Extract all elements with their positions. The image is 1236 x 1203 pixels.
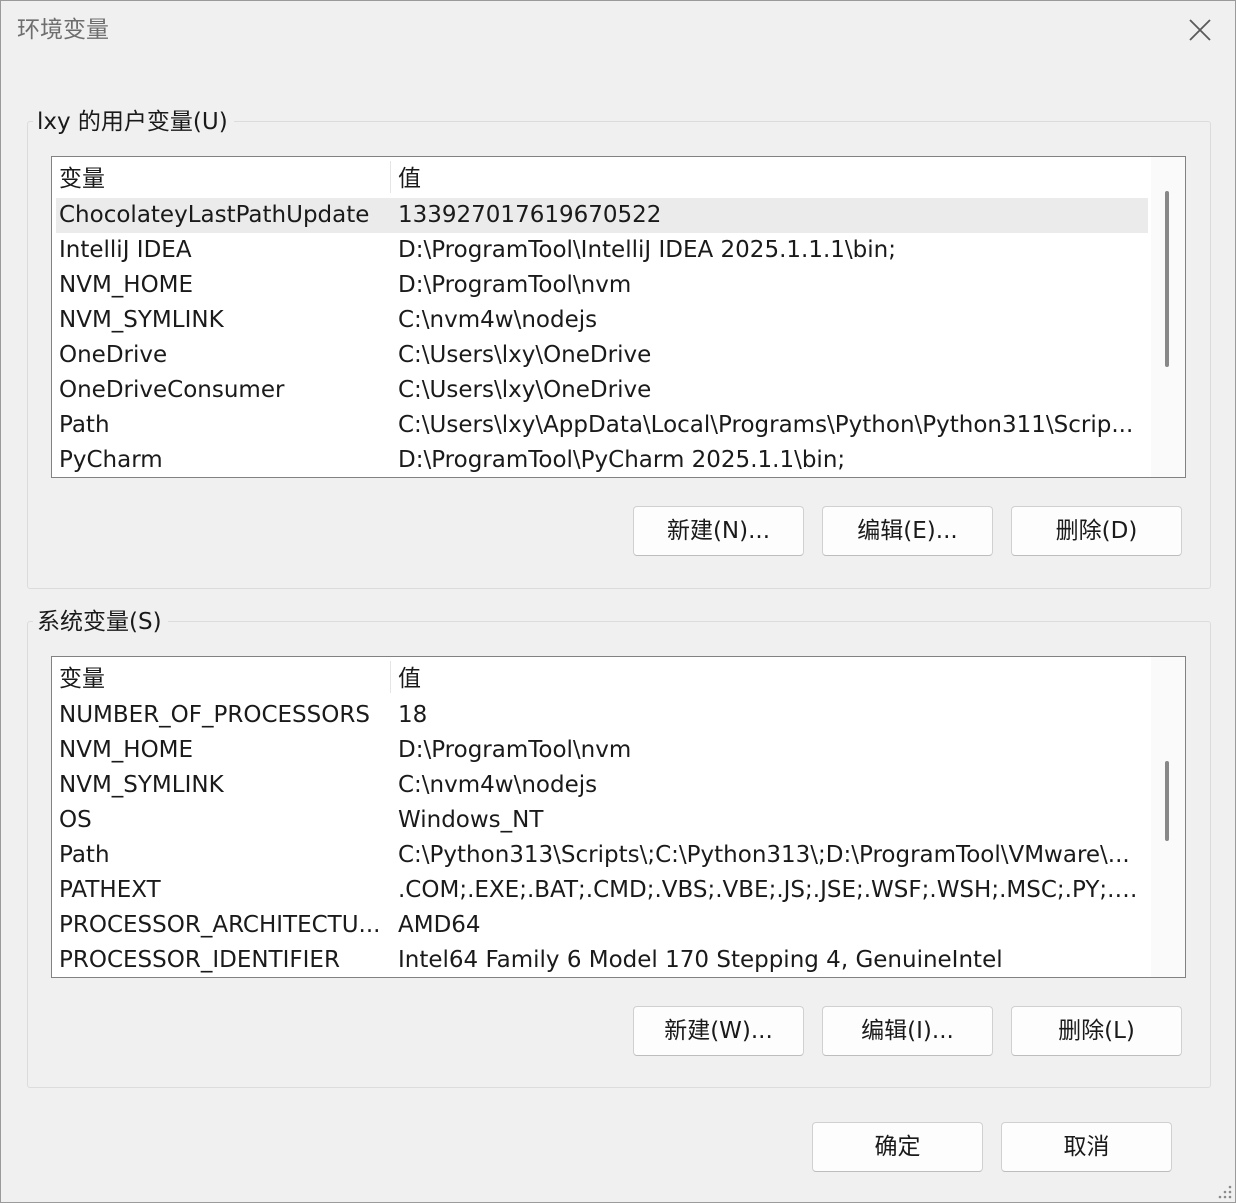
column-header-name[interactable]: 变量 — [52, 157, 390, 197]
table-row[interactable]: PROCESSOR_IDENTIFIER Intel64 Family 6 Mod… — [56, 943, 1148, 977]
variable-value: AMD64 — [398, 912, 481, 938]
variable-name: OS — [59, 807, 92, 833]
variable-value: D:\ProgramTool\nvm — [398, 737, 632, 763]
variable-value: D:\ProgramTool\IntelliJ IDEA 2025.1.1.1\… — [398, 237, 896, 263]
system-variables-legend: 系统变量(S) — [33, 607, 168, 637]
table-row[interactable]: NVM_SYMLINK C:\nvm4w\nodejs — [56, 768, 1148, 803]
system-edit-button[interactable]: 编辑(I)... — [822, 1006, 993, 1056]
system-delete-button[interactable]: 删除(L) — [1011, 1006, 1182, 1056]
table-row[interactable]: IntelliJ IDEA D:\ProgramTool\IntelliJ IDE… — [56, 233, 1148, 268]
table-row[interactable]: PyCharm D:\ProgramTool\PyCharm 2025.1.1\b… — [56, 443, 1148, 477]
variable-name: NUMBER_OF_PROCESSORS — [59, 702, 370, 728]
close-icon — [1189, 19, 1211, 41]
environment-variables-dialog: 环境变量 lxy 的用户变量(U) 变量 值 ChocolateyLastPat… — [0, 0, 1236, 1203]
system-list-header: 变量 值 — [52, 657, 1148, 697]
variable-name: Path — [59, 412, 110, 438]
variable-name: PROCESSOR_IDENTIFIER — [59, 947, 340, 973]
window-title: 环境变量 — [17, 17, 109, 43]
variable-name: IntelliJ IDEA — [59, 237, 192, 263]
variable-value: .COM;.EXE;.BAT;.CMD;.VBS;.VBE;.JS;.JSE;.… — [398, 877, 1144, 903]
table-row[interactable]: NUMBER_OF_PROCESSORS 18 — [56, 698, 1148, 733]
system-new-button[interactable]: 新建(W)... — [633, 1006, 804, 1056]
variable-name: PATHEXT — [59, 877, 161, 903]
variable-value: Intel64 Family 6 Model 170 Stepping 4, G… — [398, 947, 1003, 973]
variable-value: C:\nvm4w\nodejs — [398, 772, 598, 798]
title-bar: 环境变量 — [1, 1, 1235, 59]
variable-name: PyCharm — [59, 447, 163, 473]
variable-value: C:\Users\lxy\OneDrive — [398, 342, 652, 368]
table-row[interactable]: NVM_HOME D:\ProgramTool\nvm — [56, 733, 1148, 768]
variable-value: D:\ProgramTool\nvm — [398, 272, 632, 298]
table-row[interactable]: OS Windows_NT — [56, 803, 1148, 838]
user-list-header: 变量 值 — [52, 157, 1148, 197]
variable-value: 133927017619670522 — [398, 202, 662, 228]
user-list-scrollbar[interactable] — [1151, 157, 1185, 477]
variable-value: C:\Users\lxy\AppData\Local\Programs\Pyth… — [398, 412, 1134, 438]
variable-value: C:\Python313\Scripts\;C:\Python313\;D:\P… — [398, 842, 1130, 868]
variable-value: C:\Users\lxy\OneDrive — [398, 377, 652, 403]
column-header-value[interactable]: 值 — [391, 157, 1148, 197]
variable-name: ChocolateyLastPathUpdate — [59, 202, 370, 228]
user-delete-button[interactable]: 删除(D) — [1011, 506, 1182, 556]
table-row[interactable]: OneDriveConsumer C:\Users\lxy\OneDrive — [56, 373, 1148, 408]
table-row[interactable]: Path C:\Python313\Scripts\;C:\Python313\;… — [56, 838, 1148, 873]
cancel-button[interactable]: 取消 — [1001, 1122, 1172, 1172]
ok-button[interactable]: 确定 — [812, 1122, 983, 1172]
variable-name: NVM_SYMLINK — [59, 772, 224, 798]
table-row[interactable]: Path C:\Users\lxy\AppData\Local\Programs\… — [56, 408, 1148, 443]
system-list-scrollbar[interactable] — [1151, 657, 1185, 977]
column-header-name[interactable]: 变量 — [52, 657, 390, 697]
table-row[interactable]: NVM_SYMLINK C:\nvm4w\nodejs — [56, 303, 1148, 338]
table-row[interactable]: OneDrive C:\Users\lxy\OneDrive — [56, 338, 1148, 373]
user-new-button[interactable]: 新建(N)... — [633, 506, 804, 556]
variable-name: Path — [59, 842, 110, 868]
variable-name: OneDrive — [59, 342, 168, 368]
variable-value: 18 — [398, 702, 428, 728]
variable-value: D:\ProgramTool\PyCharm 2025.1.1\bin; — [398, 447, 846, 473]
resize-grip-icon[interactable] — [1213, 1180, 1233, 1200]
variable-name: NVM_SYMLINK — [59, 307, 224, 333]
close-button[interactable] — [1171, 7, 1229, 53]
scrollbar-thumb[interactable] — [1165, 191, 1169, 367]
variable-name: NVM_HOME — [59, 272, 194, 298]
table-row[interactable]: ChocolateyLastPathUpdate 1339270176196705… — [56, 198, 1148, 233]
variable-value: C:\nvm4w\nodejs — [398, 307, 598, 333]
user-edit-button[interactable]: 编辑(E)... — [822, 506, 993, 556]
table-row[interactable]: PROCESSOR_ARCHITECTU... AMD64 — [56, 908, 1148, 943]
variable-name: NVM_HOME — [59, 737, 194, 763]
user-variables-list[interactable]: 变量 值 ChocolateyLastPathUpdate 13392701761… — [51, 156, 1186, 478]
table-row[interactable]: PATHEXT .COM;.EXE;.BAT;.CMD;.VBS;.VBE;.JS… — [56, 873, 1148, 908]
scrollbar-thumb[interactable] — [1165, 761, 1169, 841]
column-header-value[interactable]: 值 — [391, 657, 1148, 697]
user-variables-legend: lxy 的用户变量(U) — [33, 107, 234, 137]
variable-value: Windows_NT — [398, 807, 544, 833]
variable-name: PROCESSOR_ARCHITECTU... — [59, 912, 381, 938]
table-row[interactable]: NVM_HOME D:\ProgramTool\nvm — [56, 268, 1148, 303]
variable-name: OneDriveConsumer — [59, 377, 285, 403]
system-variables-list[interactable]: 变量 值 NUMBER_OF_PROCESSORS 18 NVM_HOME D:\Pr… — [51, 656, 1186, 978]
